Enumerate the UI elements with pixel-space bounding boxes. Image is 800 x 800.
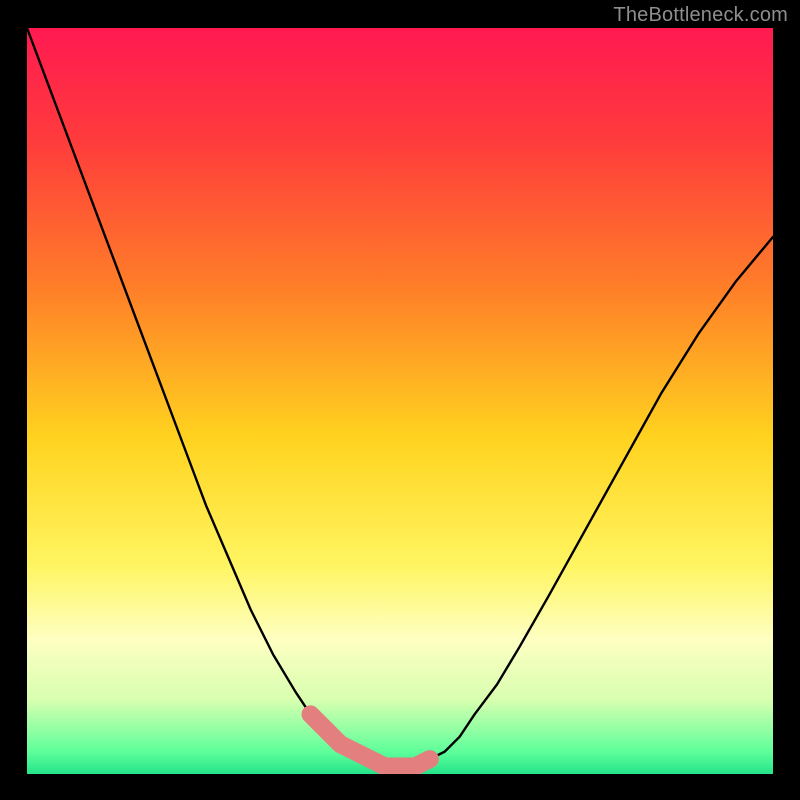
plot-area (27, 28, 773, 774)
watermark-text: TheBottleneck.com (613, 4, 788, 27)
chart-frame: TheBottleneck.com (0, 0, 800, 800)
gradient-background (27, 28, 773, 774)
bottleneck-chart (27, 28, 773, 774)
